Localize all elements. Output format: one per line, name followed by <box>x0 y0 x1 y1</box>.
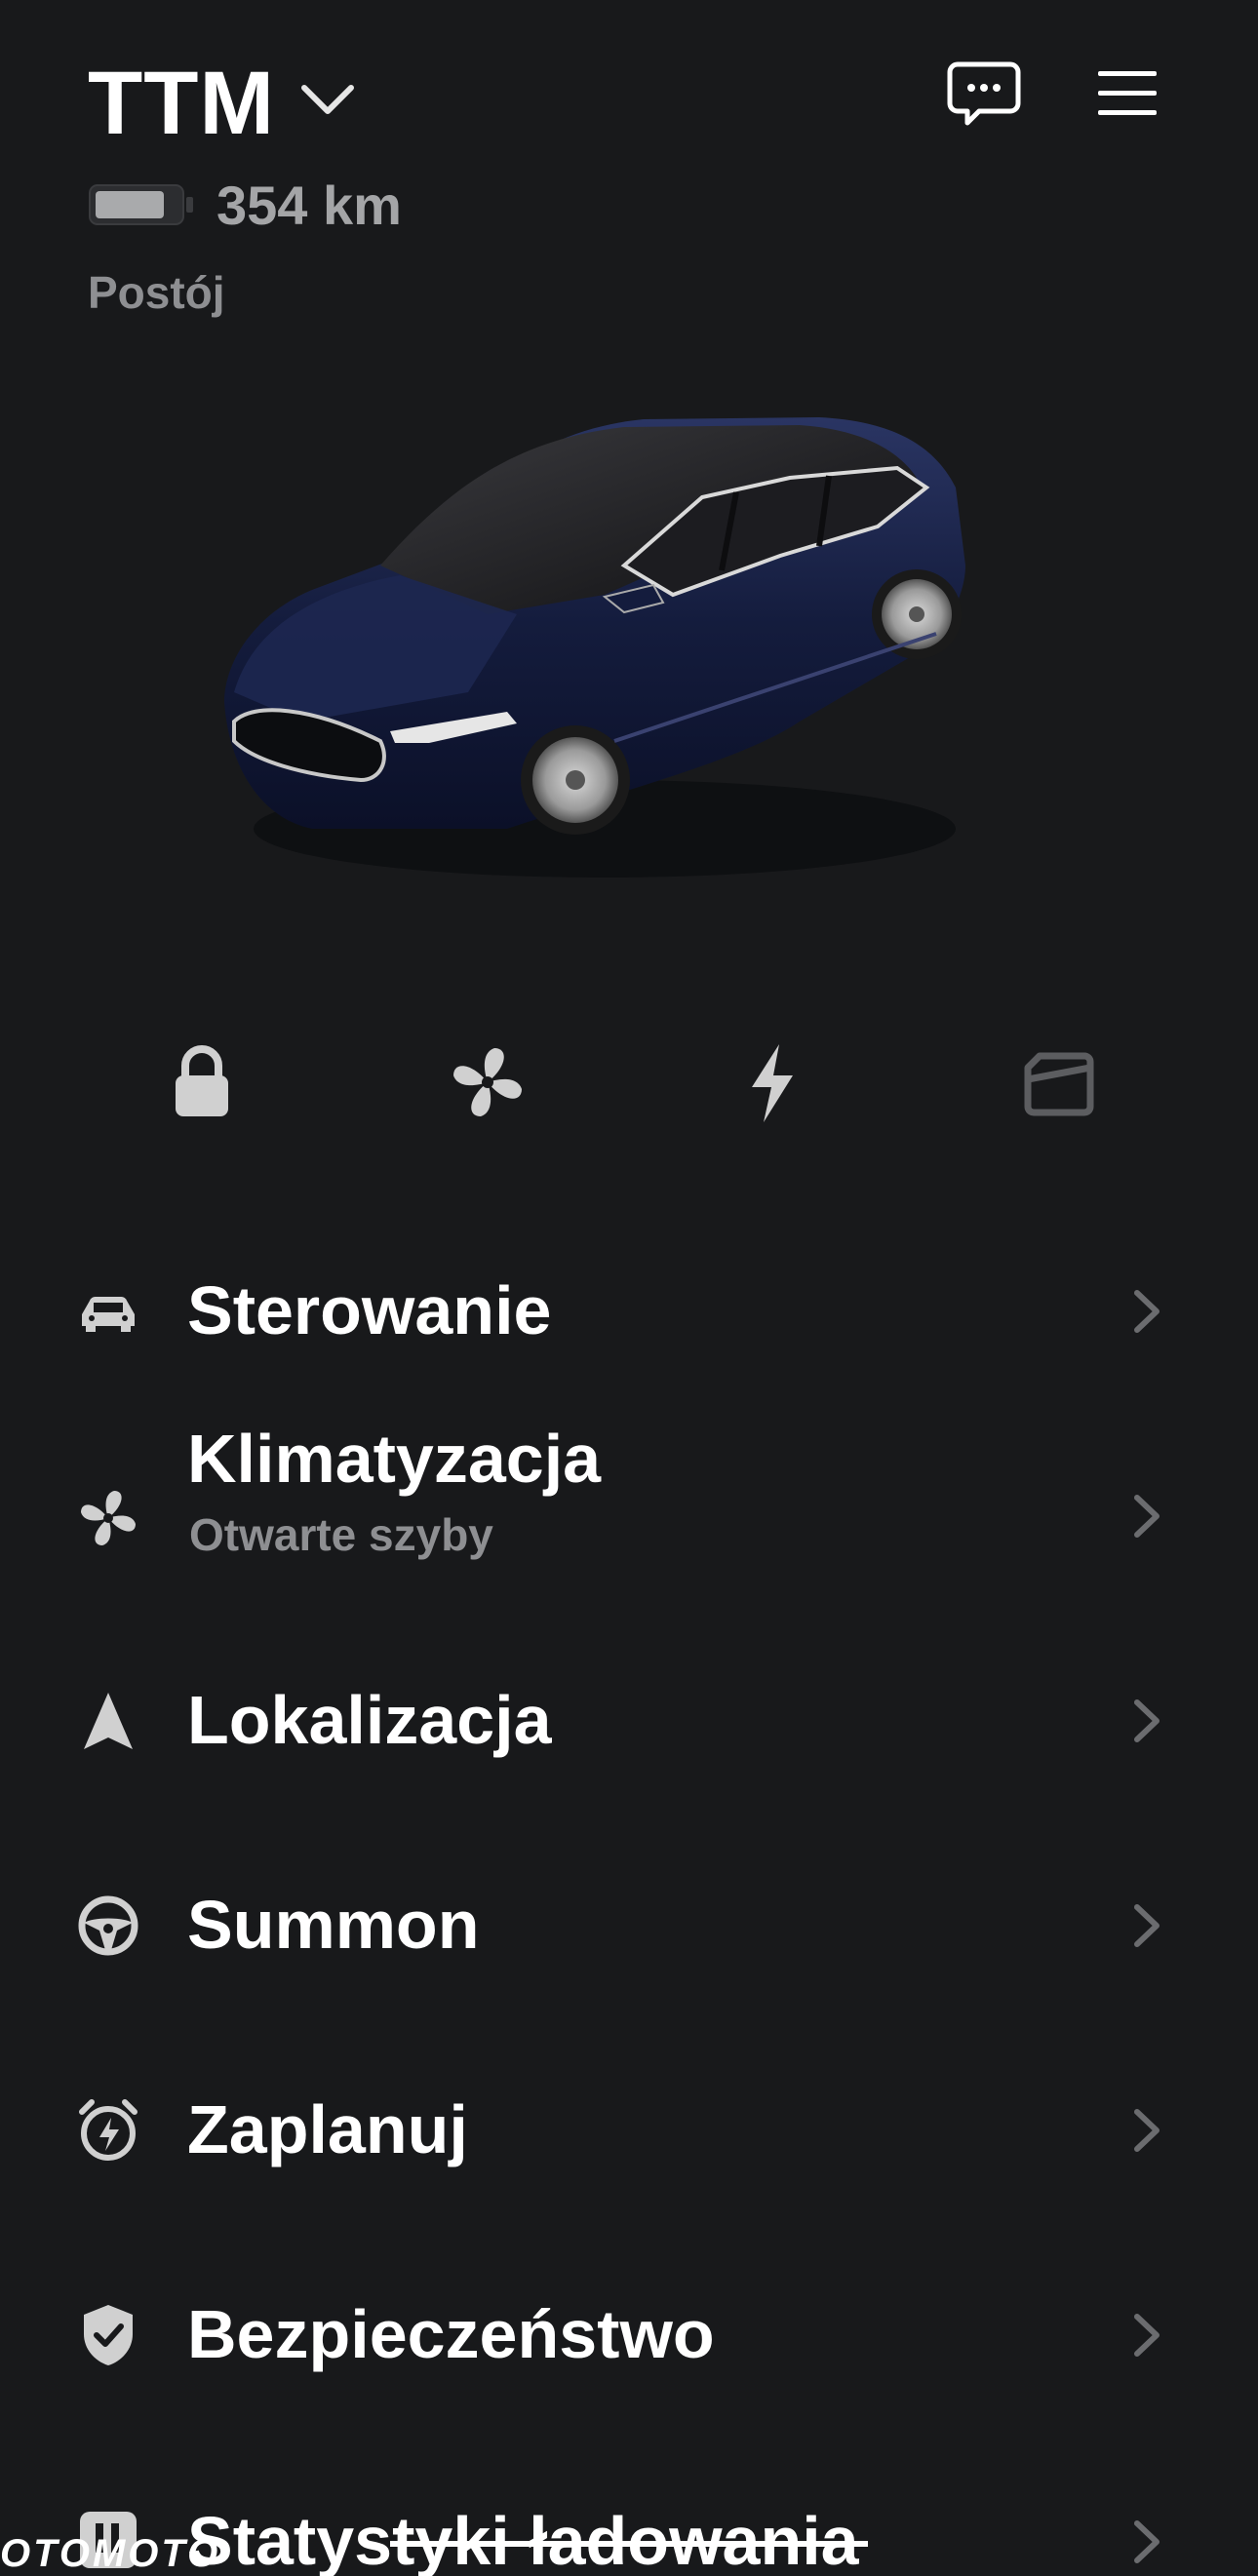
vehicle-name[interactable]: TTM <box>88 55 275 152</box>
chevron-down-icon[interactable] <box>298 76 357 125</box>
status-text: Postój <box>88 267 225 318</box>
range-text: 354 km <box>216 175 402 236</box>
hamburger-menu-icon[interactable] <box>1096 68 1159 119</box>
menu-item-label: Bezpieczeństwo <box>187 2296 715 2372</box>
watermark-logo: OTOMOTO <box>0 2532 221 2575</box>
menu-item-label: Summon <box>187 1887 480 1963</box>
menu-item-klimatyzacja[interactable]: Klimatyzacja Otwarte szyby <box>0 1394 1258 1599</box>
fan-icon[interactable] <box>444 1038 531 1126</box>
chevron-right-icon <box>1134 1290 1160 1333</box>
battery-icon <box>89 184 193 225</box>
frunk-icon[interactable] <box>1014 1038 1102 1126</box>
lock-icon[interactable] <box>158 1038 246 1126</box>
menu-item-lokalizacja[interactable]: Lokalizacja <box>0 1638 1258 1804</box>
navigation-arrow-icon <box>84 1693 133 1749</box>
menu-item-label: Statystyki ładowania <box>187 2503 859 2576</box>
steering-wheel-icon <box>78 1895 138 1956</box>
chat-icon[interactable] <box>946 60 1022 129</box>
menu-item-zaplanuj[interactable]: Zaplanuj <box>0 2048 1258 2213</box>
alarm-clock-icon <box>79 2099 138 2161</box>
menu-item-sublabel: Otwarte szyby <box>189 1509 493 1560</box>
menu-item-label: Lokalizacja <box>187 1682 552 1758</box>
fan-icon <box>81 1491 136 1545</box>
lightning-icon[interactable] <box>728 1038 816 1126</box>
menu-item-summon[interactable]: Summon <box>0 1843 1258 2009</box>
watermark-strike <box>390 2541 868 2547</box>
tesla-app-screen: TTM 354 km Postój Sterowanie Klimatyzacj… <box>0 0 1258 2576</box>
menu-item-label: Klimatyzacja <box>187 1421 602 1497</box>
shield-icon <box>84 2305 133 2365</box>
car-image[interactable] <box>195 371 1073 897</box>
chevron-right-icon <box>1134 2314 1160 2357</box>
menu-item-label: Sterowanie <box>187 1272 552 1348</box>
chevron-right-icon <box>1134 1495 1160 1538</box>
menu-item-bezpieczenstwo[interactable]: Bezpieczeństwo <box>0 2252 1258 2418</box>
chevron-right-icon <box>1134 1699 1160 1742</box>
car-icon <box>82 1296 135 1332</box>
chevron-right-icon <box>1134 2109 1160 2152</box>
menu-item-sterowanie[interactable]: Sterowanie <box>0 1229 1258 1394</box>
chevron-right-icon <box>1134 2520 1160 2563</box>
chevron-right-icon <box>1134 1904 1160 1947</box>
menu-item-label: Zaplanuj <box>187 2091 468 2167</box>
